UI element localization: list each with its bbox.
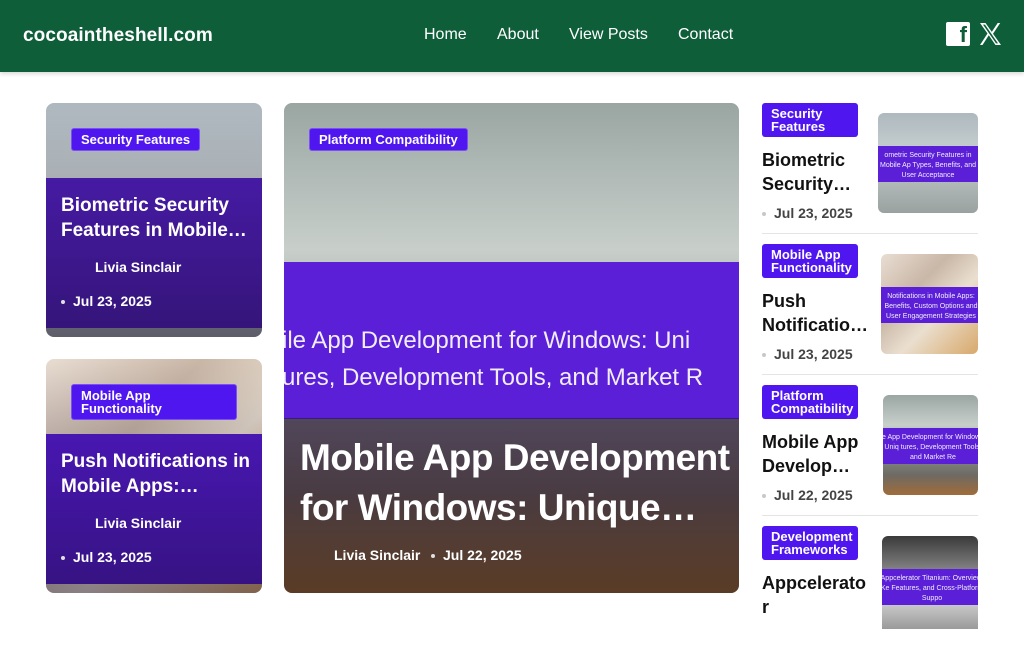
sidebar-post-title[interactable]: Mobile App Develop… bbox=[762, 430, 866, 478]
bullet-icon bbox=[762, 494, 766, 499]
sidebar-thumbnail[interactable]: Notifications in Mobile Apps: Benefits, … bbox=[881, 254, 978, 354]
category-badge[interactable]: Platform Compatibility bbox=[309, 128, 468, 151]
post-card-push-notifications[interactable]: Mobile App Functionality Push Notificati… bbox=[46, 359, 262, 593]
bullet-icon bbox=[762, 353, 766, 358]
x-twitter-icon[interactable] bbox=[978, 22, 1002, 46]
card-date: Jul 22, 2025 bbox=[431, 547, 522, 563]
sidebar-post-title[interactable]: Push Notificatio… bbox=[762, 289, 866, 337]
nav-home[interactable]: Home bbox=[424, 26, 467, 44]
card-title[interactable]: Biometric Security Features in Mobile… bbox=[61, 194, 256, 243]
sidebar-post-date: Jul 23, 2025 bbox=[762, 346, 853, 362]
thumb-band: le App Development for Windows: Uniq tur… bbox=[883, 428, 978, 464]
featured-post-card[interactable]: ile App Development for Windows: Uni ure… bbox=[284, 103, 739, 593]
card-date-text: Jul 23, 2025 bbox=[73, 549, 152, 565]
bullet-icon bbox=[431, 554, 435, 559]
sidebar-post[interactable]: Security Features Biometric Security… Ju… bbox=[762, 103, 978, 234]
card-title[interactable]: Push Notifications in Mobile Apps:… bbox=[61, 450, 256, 499]
card-author[interactable]: Livia Sinclair bbox=[95, 259, 181, 275]
category-badge[interactable]: Mobile App Functionality bbox=[71, 384, 237, 420]
thumb-text: le App Development for Windows: Uniq tur… bbox=[883, 434, 978, 461]
category-badge[interactable]: Platform Compatibility bbox=[762, 385, 858, 419]
bullet-icon bbox=[762, 212, 766, 217]
site-header: cocoaintheshell.com Home About View Post… bbox=[0, 0, 1024, 72]
sidebar-date-text: Jul 23, 2025 bbox=[774, 346, 853, 362]
card-author[interactable]: Livia Sinclair bbox=[334, 547, 420, 563]
main-nav: Home About View Posts Contact bbox=[0, 26, 1024, 46]
sidebar-post-date: Jul 22, 2025 bbox=[762, 487, 853, 503]
sidebar-thumbnail[interactable]: Appcelerator Titanium: Overview, Ke Feat… bbox=[882, 536, 978, 629]
sidebar-thumbnail[interactable]: le App Development for Windows: Uniq tur… bbox=[883, 395, 978, 495]
category-badge[interactable]: Development Frameworks bbox=[762, 526, 858, 560]
sidebar-post-date: Jul 23, 2025 bbox=[762, 205, 853, 221]
sidebar-post[interactable]: Mobile App Functionality Push Notificati… bbox=[762, 244, 978, 375]
thumb-text: Notifications in Mobile Apps: Benefits, … bbox=[884, 293, 978, 320]
category-badge[interactable]: Security Features bbox=[762, 103, 858, 137]
feature-image-band: ile App Development for Windows: Uni ure… bbox=[284, 262, 739, 419]
feature-title[interactable]: Mobile App Development for Windows: Uniq… bbox=[300, 433, 730, 533]
category-badge[interactable]: Mobile App Functionality bbox=[762, 244, 858, 278]
thumb-text: Appcelerator Titanium: Overview, Ke Feat… bbox=[882, 575, 978, 602]
nav-view-posts[interactable]: View Posts bbox=[569, 26, 648, 44]
thumb-band: Notifications in Mobile Apps: Benefits, … bbox=[881, 287, 978, 323]
sidebar-date-text: Jul 22, 2025 bbox=[774, 487, 853, 503]
card-date: Jul 23, 2025 bbox=[61, 549, 152, 565]
category-badge[interactable]: Security Features bbox=[71, 128, 201, 151]
bullet-icon bbox=[61, 300, 65, 305]
feature-image-text: ile App Development for Windows: Uni bbox=[284, 327, 691, 354]
nav-about[interactable]: About bbox=[497, 26, 539, 44]
sidebar-post-title[interactable]: Appcelerato r Titanium… bbox=[762, 571, 866, 619]
sidebar-post[interactable]: Platform Compatibility Mobile App Develo… bbox=[762, 385, 978, 516]
card-date-text: Jul 22, 2025 bbox=[443, 547, 522, 563]
facebook-icon[interactable]: f bbox=[946, 22, 970, 47]
nav-contact[interactable]: Contact bbox=[678, 26, 733, 44]
post-card-biometric[interactable]: Security Features Biometric Security Fea… bbox=[46, 103, 262, 337]
sidebar-post-title[interactable]: Biometric Security… bbox=[762, 148, 866, 196]
sidebar-date-text: Jul 23, 2025 bbox=[774, 205, 853, 221]
bullet-icon bbox=[61, 556, 65, 561]
feature-image-text: ures, Development Tools, and Market R bbox=[284, 364, 704, 391]
thumb-text: ometric Security Features in Mobile Ap T… bbox=[880, 152, 976, 179]
card-date: Jul 23, 2025 bbox=[61, 293, 152, 309]
thumb-band: ometric Security Features in Mobile Ap T… bbox=[878, 146, 978, 182]
sidebar-post[interactable]: Development Frameworks Appcelerato r Tit… bbox=[762, 526, 978, 657]
sidebar-thumbnail[interactable]: ometric Security Features in Mobile Ap T… bbox=[878, 113, 978, 213]
thumb-band: Appcelerator Titanium: Overview, Ke Feat… bbox=[882, 569, 978, 605]
card-date-text: Jul 23, 2025 bbox=[73, 293, 152, 309]
card-author[interactable]: Livia Sinclair bbox=[95, 515, 181, 531]
